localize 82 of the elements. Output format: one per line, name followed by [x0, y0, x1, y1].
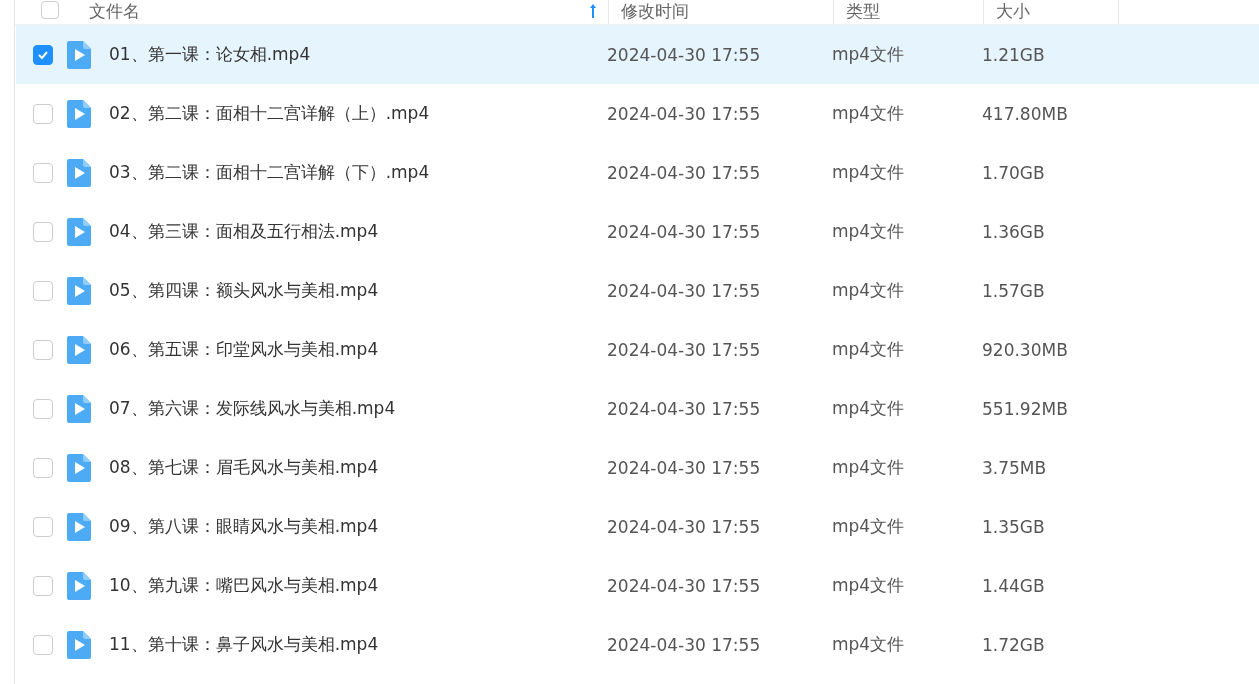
file-name: 05、第四课：额头风水与美相.mp4	[109, 279, 380, 302]
file-name: 09、第八课：眼睛风水与美相.mp4	[109, 515, 380, 538]
row-checkbox[interactable]	[33, 575, 53, 596]
modified-time: 2024-04-30 17:55	[607, 634, 762, 655]
file-row[interactable]: 01、第一课：论女相.mp4 2024-04-30 17:55 mp4文件 1.21GB	[16, 25, 1259, 84]
file-type: mp4文件	[832, 43, 906, 66]
video-file-icon	[67, 335, 91, 364]
file-size: 1.57GB	[982, 280, 1045, 301]
column-header[interactable]: 类型	[834, 0, 984, 24]
file-row[interactable]: 05、第四课：额头风水与美相.mp4 2024-04-30 17:55 mp4文件 1.57GB	[16, 261, 1259, 320]
file-size: 1.36GB	[982, 221, 1045, 242]
file-name: 04、第三课：面相及五行相法.mp4	[109, 220, 380, 243]
file-row[interactable]: 09、第八课：眼睛风水与美相.mp4 2024-04-30 17:55 mp4文件 1.35GB	[16, 497, 1259, 556]
video-file-icon	[67, 276, 91, 305]
file-name: 07、第六课：发际线风水与美相.mp4	[109, 397, 397, 420]
file-row[interactable]: 03、第二课：面相十二宫详解（下）.mp4 2024-04-30 17:55 mp4文件 1.70GB	[16, 143, 1259, 202]
row-checkbox[interactable]	[33, 162, 53, 183]
modified-time: 2024-04-30 17:55	[607, 162, 762, 183]
video-file-icon	[67, 99, 91, 128]
video-file-icon	[67, 40, 91, 69]
modified-time: 2024-04-30 17:55	[607, 339, 762, 360]
file-row[interactable]: 10、第九课：嘴巴风水与美相.mp4 2024-04-30 17:55 mp4文件 1.44GB	[16, 556, 1259, 615]
video-file-icon	[67, 630, 91, 659]
file-name: 06、第五课：印堂风水与美相.mp4	[109, 338, 380, 361]
row-checkbox[interactable]	[33, 103, 53, 124]
file-type: mp4文件	[832, 220, 906, 243]
video-file-icon	[67, 571, 91, 600]
file-type: mp4文件	[832, 397, 906, 420]
file-size: 1.21GB	[982, 44, 1045, 65]
file-name: 11、第十课：鼻子风水与美相.mp4	[109, 633, 380, 656]
file-type: mp4文件	[832, 161, 906, 184]
file-size: 920.30MB	[982, 339, 1068, 360]
row-checkbox[interactable]	[33, 634, 53, 655]
video-file-icon	[67, 217, 91, 246]
row-checkbox[interactable]	[33, 457, 53, 478]
file-size: 417.80MB	[982, 103, 1068, 124]
video-file-icon	[67, 158, 91, 187]
file-row[interactable]: 08、第七课：眉毛风水与美相.mp4 2024-04-30 17:55 mp4文件 3.75MB	[16, 438, 1259, 497]
modified-time: 2024-04-30 17:55	[607, 457, 762, 478]
row-checkbox[interactable]	[33, 516, 53, 537]
modified-time: 2024-04-30 17:55	[607, 103, 762, 124]
modified-time: 2024-04-30 17:55	[607, 44, 762, 65]
file-row[interactable]: 06、第五课：印堂风水与美相.mp4 2024-04-30 17:55 mp4文件 920.30MB	[16, 320, 1259, 379]
modified-time: 2024-04-30 17:55	[607, 280, 762, 301]
file-name: 02、第二课：面相十二宫详解（上）.mp4	[109, 102, 431, 125]
row-checkbox[interactable]	[33, 221, 53, 242]
file-type: mp4文件	[832, 338, 906, 361]
file-size: 3.75MB	[982, 457, 1047, 478]
video-file-icon	[67, 512, 91, 541]
row-checkbox[interactable]	[33, 339, 53, 360]
file-type: mp4文件	[832, 574, 906, 597]
file-row[interactable]: 11、第十课：鼻子风水与美相.mp4 2024-04-30 17:55 mp4文件 1.72GB	[16, 615, 1259, 674]
video-file-icon	[67, 394, 91, 423]
column-header[interactable]: 大小	[984, 0, 1119, 24]
video-file-icon	[67, 453, 91, 482]
file-row[interactable]: 07、第六课：发际线风水与美相.mp4 2024-04-30 17:55 mp4文件 551.92MB	[16, 379, 1259, 438]
modified-time: 2024-04-30 17:55	[607, 221, 762, 242]
file-type: mp4文件	[832, 633, 906, 656]
modified-time: 2024-04-30 17:55	[607, 398, 762, 419]
file-size: 1.44GB	[982, 575, 1045, 596]
file-size: 1.72GB	[982, 634, 1045, 655]
file-type: mp4文件	[832, 456, 906, 479]
column-header[interactable]: 文件名	[85, 0, 609, 24]
row-checkbox[interactable]	[33, 280, 53, 301]
file-name: 10、第九课：嘴巴风水与美相.mp4	[109, 574, 380, 597]
file-size: 551.92MB	[982, 398, 1068, 419]
select-all-checkbox[interactable]	[41, 1, 59, 19]
file-name: 03、第二课：面相十二宫详解（下）.mp4	[109, 161, 431, 184]
modified-time: 2024-04-30 17:55	[607, 575, 762, 596]
file-size: 1.35GB	[982, 516, 1045, 537]
file-type: mp4文件	[832, 515, 906, 538]
file-name: 08、第七课：眉毛风水与美相.mp4	[109, 456, 380, 479]
file-row[interactable]: 04、第三课：面相及五行相法.mp4 2024-04-30 17:55 mp4文件 1.36GB	[16, 202, 1259, 261]
column-header[interactable]: 修改时间	[609, 0, 834, 24]
modified-time: 2024-04-30 17:55	[607, 516, 762, 537]
row-checkbox[interactable]	[33, 398, 53, 419]
file-name: 01、第一课：论女相.mp4	[109, 43, 312, 66]
file-row[interactable]: 02、第二课：面相十二宫详解（上）.mp4 2024-04-30 17:55 mp4文件 417.80MB	[16, 84, 1259, 143]
file-type: mp4文件	[832, 102, 906, 125]
row-checkbox[interactable]	[33, 44, 53, 65]
file-size: 1.70GB	[982, 162, 1045, 183]
file-type: mp4文件	[832, 279, 906, 302]
